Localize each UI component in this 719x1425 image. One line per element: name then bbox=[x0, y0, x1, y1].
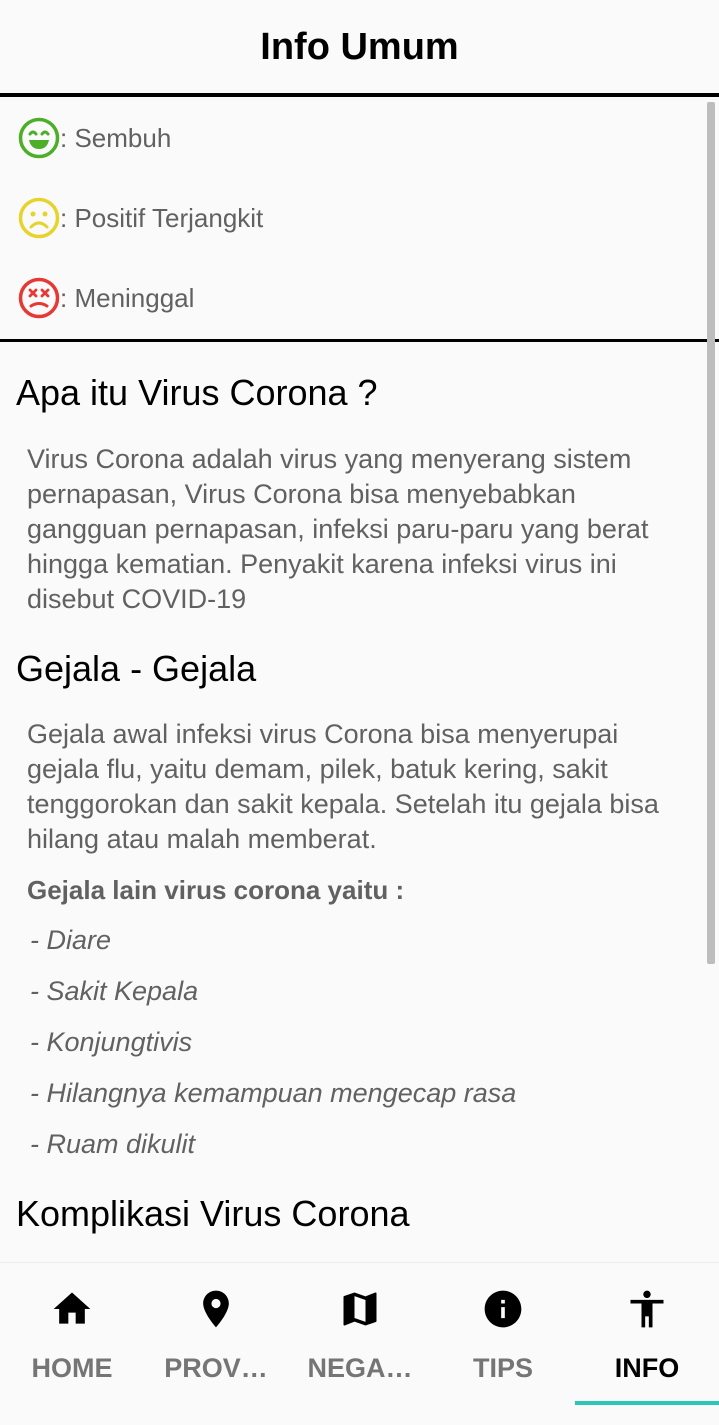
list-item: - Sakit Kepala bbox=[30, 976, 199, 1006]
legend-label: : Positif Terjangkit bbox=[60, 202, 264, 233]
gejala-subheading: Gejala lain virus corona yaitu : bbox=[27, 875, 405, 905]
nav-label: TIPS bbox=[472, 1353, 533, 1383]
divider bbox=[0, 93, 719, 97]
map-icon bbox=[338, 1287, 382, 1331]
nav-label: INFO bbox=[614, 1353, 680, 1383]
legend-item-meninggal: : Meninggal bbox=[18, 277, 194, 319]
list-item: - Konjungtivis bbox=[30, 1027, 193, 1057]
divider bbox=[0, 339, 719, 342]
list-item: - Diare bbox=[30, 925, 112, 955]
home-icon bbox=[50, 1287, 94, 1331]
nav-item-provinsi[interactable]: PROV… bbox=[144, 1263, 288, 1425]
section-heading-komplikasi: Komplikasi Virus Corona bbox=[16, 1193, 410, 1234]
dead-face-icon bbox=[18, 277, 60, 319]
legend-label: : Sembuh bbox=[60, 122, 172, 153]
app-bar: Info Umum bbox=[0, 0, 719, 96]
list-item: - Hilangnya kemampuan mengecap rasa bbox=[30, 1078, 517, 1108]
active-tab-indicator bbox=[575, 1401, 719, 1405]
nav-label: NEGA… bbox=[307, 1353, 413, 1383]
legend-item-positif: : Positif Terjangkit bbox=[18, 197, 263, 239]
legend-label: : Meninggal bbox=[60, 282, 195, 313]
section-body-virus-corona: Virus Corona adalah virus yang menyerang… bbox=[27, 444, 649, 614]
location-pin-icon bbox=[194, 1287, 238, 1331]
sad-face-icon bbox=[18, 197, 60, 239]
nav-label: HOME bbox=[31, 1353, 113, 1383]
section-heading-gejala: Gejala - Gejala bbox=[16, 648, 257, 689]
nav-item-home[interactable]: HOME bbox=[0, 1263, 144, 1425]
nav-item-negara[interactable]: NEGA… bbox=[288, 1263, 432, 1425]
accessibility-icon bbox=[625, 1287, 669, 1331]
section-heading-virus-corona: Apa itu Virus Corona ? bbox=[16, 372, 378, 413]
grin-face-icon bbox=[18, 117, 60, 159]
list-item: - Ruam dikulit bbox=[30, 1129, 196, 1159]
section-body-gejala: Gejala awal infeksi virus Corona bisa me… bbox=[27, 719, 659, 854]
legend-item-sembuh: : Sembuh bbox=[18, 117, 171, 159]
nav-item-tips[interactable]: TIPS bbox=[431, 1263, 575, 1425]
scrollbar[interactable] bbox=[707, 102, 715, 964]
nav-label: PROV… bbox=[164, 1353, 268, 1383]
page-title: Info Umum bbox=[260, 26, 459, 68]
info-icon bbox=[481, 1287, 525, 1331]
